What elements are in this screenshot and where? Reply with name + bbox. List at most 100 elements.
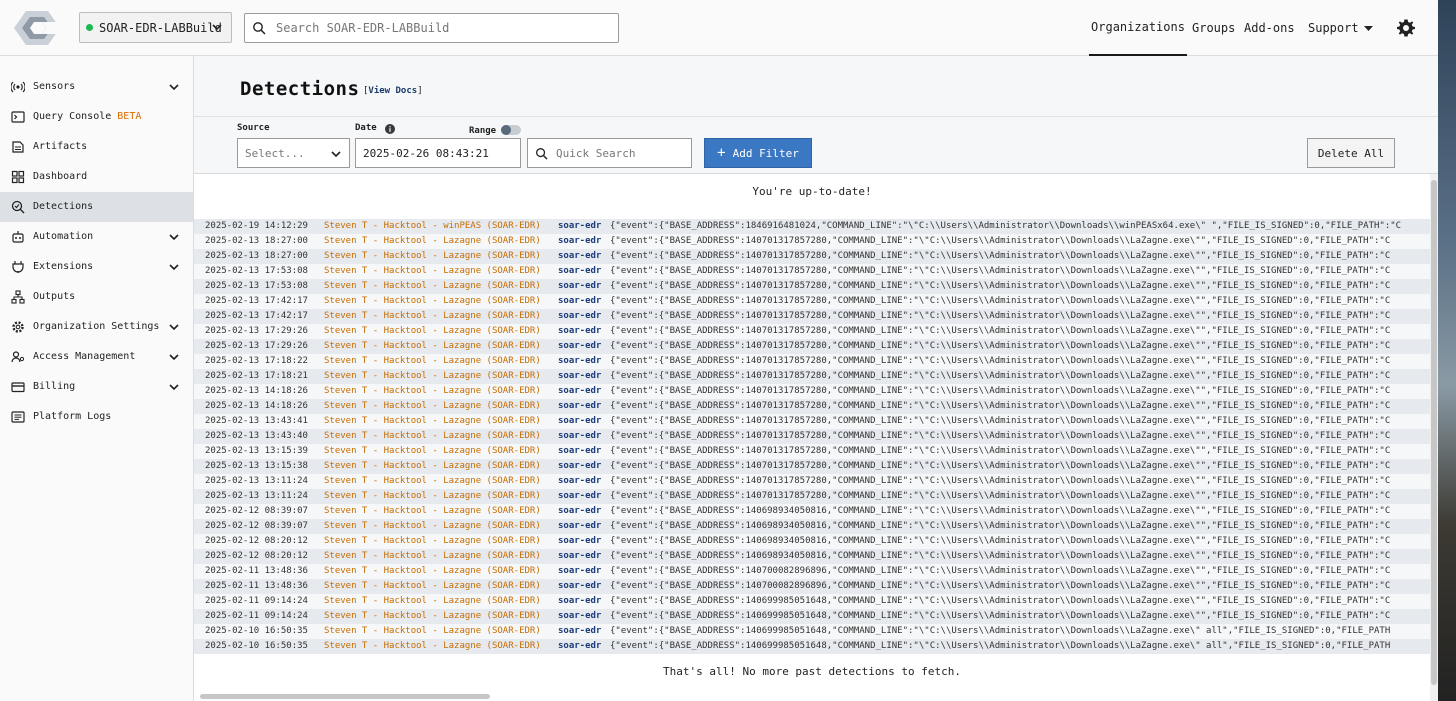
artifacts-icon — [12, 141, 24, 153]
detection-name: Steven T - Hacktool - Lazagne (SOAR-EDR) — [324, 431, 541, 441]
table-row[interactable]: 2025-02-13 17:18:22 Steven T - Hacktool -… — [194, 354, 1430, 369]
detection-host: soar-edr — [558, 461, 602, 471]
table-row[interactable]: 2025-02-13 18:27:00 Steven T - Hacktool -… — [194, 234, 1430, 249]
detection-host: soar-edr — [558, 506, 602, 516]
table-row[interactable]: 2025-02-11 09:14:24 Steven T - Hacktool -… — [194, 609, 1430, 624]
table-row[interactable]: 2025-02-11 13:48:36 Steven T - Hacktool -… — [194, 579, 1430, 594]
table-row[interactable]: 2025-02-13 17:18:21 Steven T - Hacktool -… — [194, 369, 1430, 384]
detection-name: Steven T - Hacktool - Lazagne (SOAR-EDR) — [324, 401, 541, 411]
sidebar-item-detections[interactable]: Detections — [0, 192, 193, 222]
table-row[interactable]: 2025-02-13 17:53:08 Steven T - Hacktool -… — [194, 279, 1430, 294]
detection-timestamp: 2025-02-10 16:50:35 — [205, 641, 308, 651]
detection-host: soar-edr — [558, 521, 602, 531]
detection-name: Steven T - Hacktool - Lazagne (SOAR-EDR) — [324, 611, 541, 621]
detection-host: soar-edr — [558, 431, 602, 441]
table-row[interactable]: 2025-02-12 08:39:07 Steven T - Hacktool -… — [194, 519, 1430, 534]
table-row[interactable]: 2025-02-13 17:29:26 Steven T - Hacktool -… — [194, 324, 1430, 339]
table-row[interactable]: 2025-02-10 16:50:35 Steven T - Hacktool -… — [194, 639, 1430, 654]
nav-addons[interactable]: Add-ons — [1244, 0, 1295, 56]
nav-organizations[interactable]: Organizations — [1089, 0, 1187, 56]
table-row[interactable]: 2025-02-13 17:29:26 Steven T - Hacktool -… — [194, 339, 1430, 354]
delete-all-label: Delete All — [1317, 146, 1385, 160]
organization-name: SOAR-EDR-LABBuild — [99, 20, 222, 35]
status-dot-icon — [86, 24, 93, 31]
date-input[interactable]: 2025-02-26 08:43:21 — [355, 138, 521, 168]
detection-timestamp: 2025-02-13 17:18:22 — [205, 356, 308, 366]
table-row[interactable]: 2025-02-13 18:27:00 Steven T - Hacktool -… — [194, 249, 1430, 264]
detection-name: Steven T - Hacktool - Lazagne (SOAR-EDR) — [324, 281, 541, 291]
table-row[interactable]: 2025-02-13 14:18:26 Steven T - Hacktool -… — [194, 384, 1430, 399]
up-to-date-message: You're up-to-date! — [752, 185, 872, 198]
table-row[interactable]: 2025-02-12 08:39:07 Steven T - Hacktool -… — [194, 504, 1430, 519]
horizontal-scrollbar[interactable] — [200, 694, 490, 699]
table-row[interactable]: 2025-02-13 17:53:08 Steven T - Hacktool -… — [194, 264, 1430, 279]
sidebar-item-query-console[interactable]: Query Console BETA — [0, 102, 193, 132]
table-row[interactable]: 2025-02-13 13:43:41 Steven T - Hacktool -… — [194, 414, 1430, 429]
table-row[interactable]: 2025-02-13 13:15:39 Steven T - Hacktool -… — [194, 444, 1430, 459]
global-search[interactable] — [244, 13, 619, 43]
view-docs-link[interactable]: View Docs — [368, 86, 417, 96]
source-select[interactable]: Select... — [237, 138, 350, 168]
nav-support[interactable]: Support — [1308, 0, 1373, 56]
detection-name: Steven T - Hacktool - Lazagne (SOAR-EDR) — [324, 536, 541, 546]
table-row[interactable]: 2025-02-13 14:18:26 Steven T - Hacktool -… — [194, 399, 1430, 414]
desktop-background-edge — [1438, 0, 1456, 701]
table-row[interactable]: 2025-02-13 13:43:40 Steven T - Hacktool -… — [194, 429, 1430, 444]
detection-event: {"event":{"BASE_ADDRESS":140701317857280… — [610, 281, 1391, 291]
detection-timestamp: 2025-02-13 13:43:40 — [205, 431, 308, 441]
detection-event: {"event":{"BASE_ADDRESS":140701317857280… — [610, 356, 1391, 366]
sidebar-item-label: Artifacts — [33, 141, 88, 152]
sidebar-item-dashboard[interactable]: Dashboard — [0, 162, 193, 192]
detection-event: {"event":{"BASE_ADDRESS":1846916481024,"… — [610, 221, 1402, 231]
settings-icon — [12, 321, 24, 333]
add-filter-button[interactable]: + Add Filter — [704, 138, 812, 168]
range-toggle[interactable] — [501, 125, 521, 135]
sidebar-item-sensors[interactable]: Sensors — [0, 72, 193, 102]
table-row[interactable]: 2025-02-13 17:42:17 Steven T - Hacktool -… — [194, 294, 1430, 309]
scrollbar-thumb[interactable] — [1431, 180, 1437, 685]
sidebar-item-billing[interactable]: Billing — [0, 372, 193, 402]
table-row[interactable]: 2025-02-13 17:42:17 Steven T - Hacktool -… — [194, 309, 1430, 324]
sidebar-item-access-management[interactable]: Access Management — [0, 342, 193, 372]
organization-selector[interactable]: SOAR-EDR-LABBuild — [79, 12, 232, 43]
vertical-scrollbar[interactable] — [1430, 174, 1438, 701]
table-row[interactable]: 2025-02-11 09:14:24 Steven T - Hacktool -… — [194, 594, 1430, 609]
search-input[interactable] — [274, 20, 594, 36]
detection-name: Steven T - Hacktool - Lazagne (SOAR-EDR) — [324, 236, 541, 246]
sidebar-item-artifacts[interactable]: Artifacts — [0, 132, 193, 162]
detection-host: soar-edr — [558, 221, 602, 231]
sidebar-item-platform-logs[interactable]: Platform Logs — [0, 402, 193, 432]
nav-groups[interactable]: Groups — [1192, 0, 1235, 56]
table-row[interactable]: 2025-02-11 13:48:36 Steven T - Hacktool -… — [194, 564, 1430, 579]
nav-support-label: Support — [1308, 21, 1359, 35]
quick-search-field[interactable]: Quick Search — [527, 138, 692, 168]
doc-bracket-close: ] — [417, 86, 423, 96]
detection-host: soar-edr — [558, 296, 602, 306]
detection-timestamp: 2025-02-19 14:12:29 — [205, 221, 308, 231]
search-icon — [536, 147, 548, 160]
detection-host: soar-edr — [558, 356, 602, 366]
chevron-down-icon — [169, 384, 179, 391]
limacharlie-logo[interactable] — [12, 9, 62, 47]
table-row[interactable]: 2025-02-13 13:11:24 Steven T - Hacktool -… — [194, 489, 1430, 504]
info-icon[interactable] — [385, 124, 395, 134]
detection-timestamp: 2025-02-11 09:14:24 — [205, 611, 308, 621]
table-row[interactable]: 2025-02-13 13:15:38 Steven T - Hacktool -… — [194, 459, 1430, 474]
sidebar-item-outputs[interactable]: Outputs — [0, 282, 193, 312]
detection-host: soar-edr — [558, 611, 602, 621]
table-row[interactable]: 2025-02-12 08:20:12 Steven T - Hacktool -… — [194, 534, 1430, 549]
sidebar-item-organization-settings[interactable]: Organization Settings — [0, 312, 193, 342]
detection-event: {"event":{"BASE_ADDRESS":140701317857280… — [610, 401, 1391, 411]
gear-icon[interactable] — [1396, 18, 1416, 38]
chevron-down-icon — [169, 354, 179, 361]
table-row[interactable]: 2025-02-12 08:20:12 Steven T - Hacktool -… — [194, 549, 1430, 564]
table-row[interactable]: 2025-02-10 16:50:35 Steven T - Hacktool -… — [194, 624, 1430, 639]
sidebar-item-extensions[interactable]: Extensions — [0, 252, 193, 282]
sidebar-item-label: Billing — [33, 381, 76, 392]
table-row[interactable]: 2025-02-13 13:11:24 Steven T - Hacktool -… — [194, 474, 1430, 489]
detection-event: {"event":{"BASE_ADDRESS":140698934050816… — [610, 551, 1391, 561]
delete-all-button[interactable]: Delete All — [1307, 138, 1395, 168]
table-row[interactable]: 2025-02-19 14:12:29 Steven T - Hacktool -… — [194, 219, 1430, 234]
sidebar-item-automation[interactable]: Automation — [0, 222, 193, 252]
detection-event: {"event":{"BASE_ADDRESS":140701317857280… — [610, 431, 1391, 441]
